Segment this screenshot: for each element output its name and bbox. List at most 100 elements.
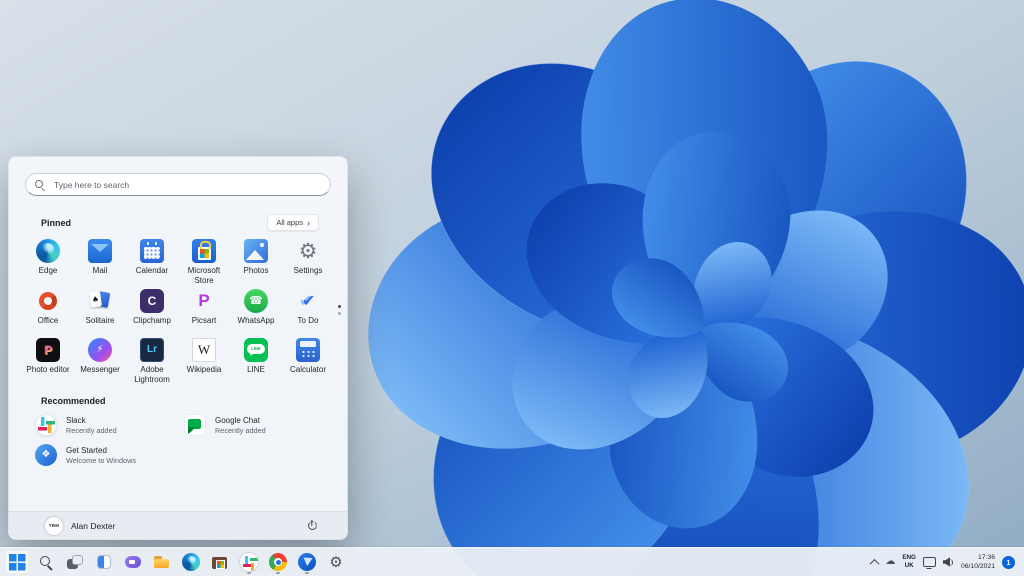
app-icon bbox=[192, 289, 216, 313]
pinned-app[interactable]: Microsoft Store bbox=[178, 237, 230, 285]
start-user-bar: TBM Alan Dexter bbox=[9, 511, 347, 539]
widgets-icon bbox=[95, 553, 113, 571]
app-icon bbox=[244, 239, 268, 263]
app-icon bbox=[296, 289, 320, 313]
recommended-item[interactable]: Slack Recently added bbox=[35, 414, 184, 437]
app-icon bbox=[296, 338, 320, 363]
pinned-app[interactable]: Photo editor bbox=[22, 336, 74, 384]
pinned-app[interactable]: Adobe Lightroom bbox=[126, 336, 178, 384]
pinned-app[interactable]: Wikipedia bbox=[178, 336, 230, 384]
chrome-icon bbox=[269, 553, 287, 571]
app-label: Photo editor bbox=[26, 365, 70, 375]
recommended-item[interactable]: Google Chat Recently added bbox=[184, 414, 333, 437]
store-button[interactable] bbox=[208, 550, 232, 574]
user-name: Alan Dexter bbox=[71, 520, 116, 531]
recommended-subtitle: Welcome to Windows bbox=[66, 455, 137, 465]
notification-badge[interactable]: 1 bbox=[1002, 555, 1015, 569]
app-label: Solitaire bbox=[85, 316, 115, 326]
desktop: Pinned All apps Edge Mail Calendar bbox=[0, 0, 1024, 576]
search-button[interactable] bbox=[34, 550, 58, 574]
store-bag-icon bbox=[211, 553, 229, 571]
app-label: Picsart bbox=[191, 316, 217, 326]
widgets-button[interactable] bbox=[92, 550, 116, 574]
recommended-title: Slack bbox=[66, 415, 86, 425]
language-indicator[interactable]: ENG UK bbox=[902, 554, 916, 570]
gear-icon bbox=[327, 553, 345, 571]
pinned-app[interactable]: Photos bbox=[230, 237, 282, 285]
slack-button[interactable] bbox=[237, 550, 261, 574]
folder-icon bbox=[153, 553, 171, 571]
app-label: Photos bbox=[243, 266, 269, 275]
blue-circle-app-icon bbox=[298, 553, 316, 571]
pinned-app[interactable]: Mail bbox=[74, 237, 126, 285]
pinned-app[interactable]: Edge bbox=[22, 237, 74, 285]
recommended-icon bbox=[35, 444, 57, 467]
app-label: Microsoft Store bbox=[187, 266, 221, 285]
taskbar: ☁ ENG UK 17:36 06/10/2021 1 bbox=[0, 547, 1024, 576]
pinned-page-indicator[interactable] bbox=[338, 305, 341, 315]
task-view-icon bbox=[66, 553, 84, 571]
recommended-label: Recommended bbox=[41, 396, 106, 407]
pinned-app[interactable]: Office bbox=[22, 287, 74, 334]
app-icon bbox=[244, 289, 268, 314]
start-button[interactable] bbox=[5, 550, 29, 574]
power-icon bbox=[307, 520, 318, 531]
pinned-app[interactable]: LINE bbox=[230, 336, 282, 384]
tray-date: 06/10/2021 bbox=[960, 563, 995, 570]
pinned-app[interactable]: Clipchamp bbox=[126, 287, 178, 334]
chat-button[interactable] bbox=[121, 550, 145, 574]
onedrive-cloud-icon[interactable]: ☁ bbox=[885, 557, 895, 567]
app-icon bbox=[88, 239, 112, 263]
app-label: Wikipedia bbox=[186, 365, 222, 375]
app-icon bbox=[140, 289, 164, 314]
settings-button[interactable] bbox=[324, 550, 348, 574]
app-label: Messenger bbox=[80, 365, 120, 375]
app-label: Calendar bbox=[135, 266, 169, 275]
pinned-app[interactable]: Calculator bbox=[282, 336, 334, 384]
search-icon bbox=[37, 553, 55, 571]
recommended-item[interactable]: Get Started Welcome to Windows bbox=[35, 444, 184, 467]
chrome-button[interactable] bbox=[266, 550, 290, 574]
search-icon bbox=[34, 179, 45, 190]
recommended-subtitle: Recently added bbox=[215, 425, 266, 435]
app-icon bbox=[244, 338, 268, 363]
app-icon bbox=[140, 338, 164, 363]
app-icon bbox=[36, 338, 60, 363]
clock[interactable]: 17:36 06/10/2021 bbox=[961, 553, 995, 571]
app-icon bbox=[192, 239, 216, 263]
avatar: TBM bbox=[45, 516, 63, 535]
system-tray: ☁ ENG UK 17:36 06/10/2021 1 bbox=[869, 553, 1024, 571]
pinned-app[interactable]: To Do bbox=[282, 287, 334, 334]
blue-app-button[interactable] bbox=[295, 550, 319, 574]
app-label: Settings bbox=[293, 266, 323, 275]
app-label: LINE bbox=[247, 365, 265, 375]
taskbar-buttons bbox=[0, 550, 348, 574]
pinned-app[interactable]: Picsart bbox=[178, 287, 230, 334]
pinned-app[interactable]: Messenger bbox=[74, 336, 126, 384]
pinned-app[interactable]: Calendar bbox=[126, 237, 178, 285]
windows-logo-icon bbox=[8, 553, 26, 571]
edge-button[interactable] bbox=[179, 550, 203, 574]
app-label: Calculator bbox=[289, 365, 326, 375]
search-input[interactable] bbox=[52, 178, 322, 191]
power-button[interactable] bbox=[303, 517, 321, 535]
app-label: Edge bbox=[38, 266, 58, 275]
chat-icon bbox=[124, 553, 142, 571]
recommended-icon bbox=[184, 414, 206, 437]
task-view-button[interactable] bbox=[63, 550, 87, 574]
user-profile-button[interactable]: TBM Alan Dexter bbox=[45, 516, 116, 535]
display-icon[interactable] bbox=[922, 557, 936, 567]
all-apps-button[interactable]: All apps bbox=[267, 214, 319, 231]
edge-icon bbox=[182, 553, 200, 571]
pinned-app[interactable]: Settings bbox=[282, 237, 334, 285]
app-icon bbox=[36, 289, 60, 313]
volume-icon[interactable] bbox=[943, 557, 954, 567]
pinned-app[interactable]: Solitaire bbox=[74, 287, 126, 334]
search-box[interactable] bbox=[25, 173, 331, 196]
start-menu: Pinned All apps Edge Mail Calendar bbox=[8, 156, 348, 540]
file-explorer-button[interactable] bbox=[150, 550, 174, 574]
pinned-app[interactable]: WhatsApp bbox=[230, 287, 282, 334]
recommended-icon bbox=[35, 414, 57, 437]
hidden-icons-chevron[interactable] bbox=[869, 558, 880, 569]
app-label: Mail bbox=[92, 266, 108, 275]
